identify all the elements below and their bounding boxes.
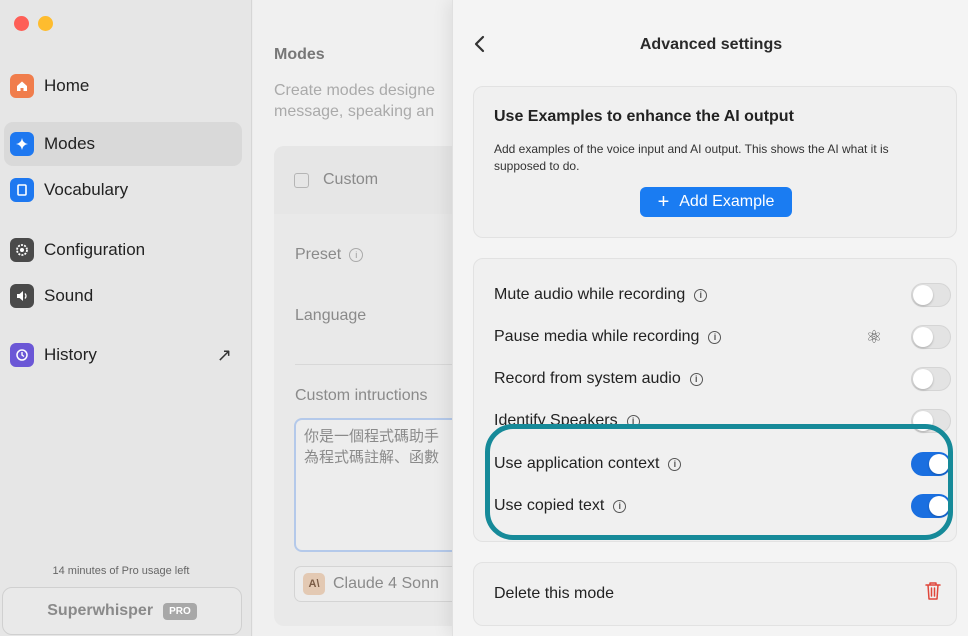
setting-row-pause-media: Pause media while recording i ⚛ [494,325,951,349]
anthropic-icon: A\ [303,573,325,595]
setting-label: Mute audio while recording [494,286,686,303]
plus-icon: + [657,191,670,213]
home-icon [10,74,34,98]
book-icon [10,178,34,202]
setting-row-mute-audio: Mute audio while recording i [494,283,951,307]
sparkle-icon [10,132,34,156]
sidebar-item-modes[interactable]: Modes [4,122,242,166]
pause-media-toggle[interactable] [911,325,951,349]
sidebar-item-home[interactable]: Home [4,64,242,108]
panel-title: Advanced settings [639,36,783,53]
sidebar: Home Modes Vocabulary Configuration Soun… [0,0,252,636]
add-example-label: Add Example [679,193,775,210]
custom-checkbox[interactable] [294,172,309,188]
history-icon [10,343,34,367]
atom-icon: ⚛ [865,326,882,347]
info-icon[interactable]: i [349,248,364,262]
examples-section: Use Examples to enhance the AI output Ad… [473,86,957,238]
add-example-button[interactable]: + Add Example [640,187,792,217]
sidebar-item-history[interactable]: History ↗ [4,333,242,377]
preset-field: Preset i [295,246,364,264]
setting-label: Record from system audio [494,370,681,387]
window-controls [14,16,53,31]
mode-card: Custom Preset i Language Custom intructi… [274,146,464,626]
highlight-annotation [485,424,953,540]
page-description: Create modes designe message, speaking a… [274,80,454,122]
page-title: Modes [274,46,325,63]
language-label: Language [295,307,367,324]
instructions-label: Custom intructions [295,387,428,404]
sidebar-item-label: Home [44,76,90,95]
sidebar-item-label: Sound [44,286,94,305]
info-icon[interactable]: i [689,372,703,386]
gear-icon [10,238,34,262]
trash-icon[interactable] [924,581,942,606]
preset-label: Preset [295,246,342,263]
minimize-window-button[interactable] [38,16,53,31]
usage-remaining-text: 14 minutes of Pro usage left [52,565,190,577]
model-selector[interactable]: A\ Claude 4 Sonn [294,566,474,602]
sidebar-item-label: Modes [44,134,96,153]
pro-badge: PRO [163,602,197,620]
description-line: message, speaking an [274,103,435,120]
sidebar-item-sound[interactable]: Sound [4,274,242,318]
examples-title: Use Examples to enhance the AI output [494,108,794,125]
divider [295,364,464,365]
info-icon[interactable]: i [694,288,708,302]
sidebar-item-vocabulary[interactable]: Vocabulary [4,168,242,212]
advanced-settings-panel: Advanced settings Use Examples to enhanc… [452,0,968,636]
sidebar-item-configuration[interactable]: Configuration [4,228,242,272]
delete-mode-label: Delete this mode [494,585,615,602]
description-line: Create modes designe [274,82,435,99]
close-window-button[interactable] [14,16,29,31]
system-audio-toggle[interactable] [911,367,951,391]
sidebar-item-label: History [44,345,97,364]
sidebar-item-label: Configuration [44,240,146,259]
language-field: Language [295,307,366,325]
custom-instructions-textarea[interactable]: 你是一個程式碼助手 為程式碼註解、函數 [294,418,474,552]
custom-mode-row[interactable]: Custom [274,146,464,214]
mute-audio-toggle[interactable] [911,283,951,307]
delete-mode-row[interactable]: Delete this mode [473,562,957,626]
speaker-icon [10,284,34,308]
instructions-field: Custom intructions [295,387,428,405]
model-name: Claude 4 Sonn [333,575,439,592]
sidebar-item-label: Vocabulary [44,180,129,199]
external-link-icon: ↗ [216,344,232,365]
setting-label: Pause media while recording [494,328,700,345]
setting-row-system-audio: Record from system audio i [494,367,951,391]
superwhisper-pro-button[interactable]: Superwhisper PRO [2,587,242,635]
info-icon[interactable]: i [708,330,722,344]
examples-description: Add examples of the voice input and AI o… [494,142,889,173]
app-name: Superwhisper [47,602,154,619]
custom-label: Custom [323,171,379,188]
